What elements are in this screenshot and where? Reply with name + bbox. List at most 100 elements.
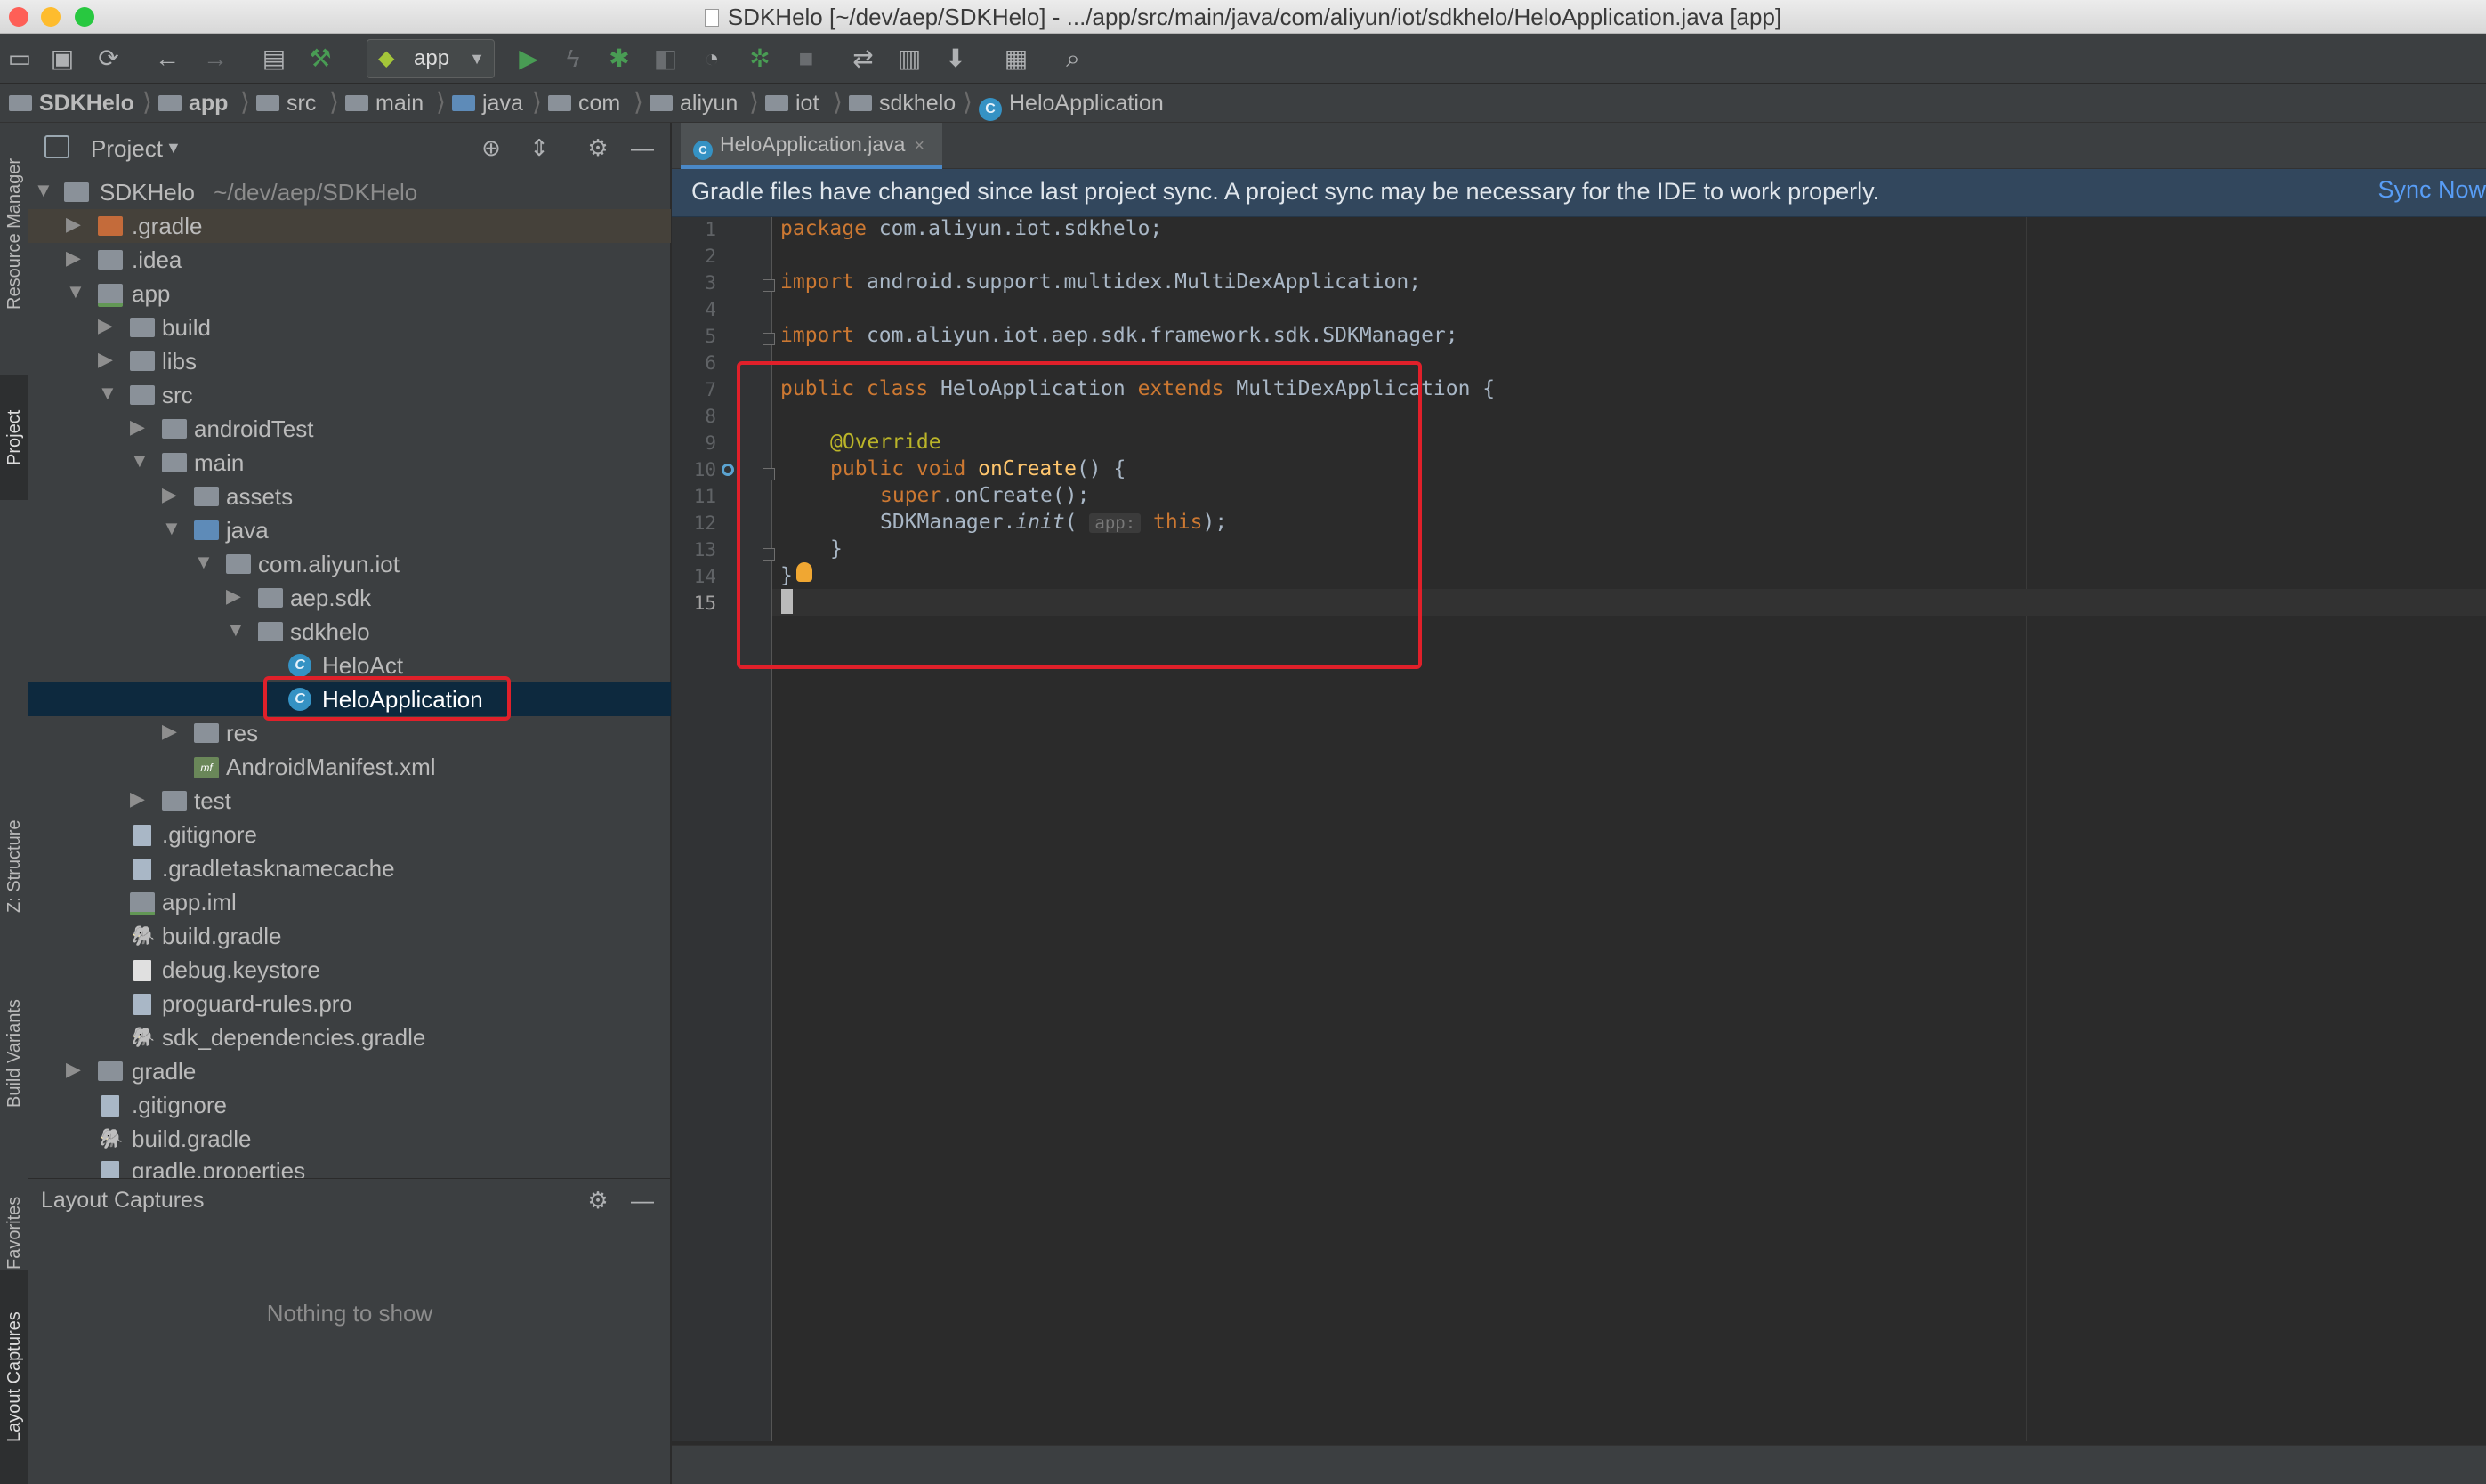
chevron-down-icon[interactable]: ▼ — [162, 517, 182, 540]
collapse-all-icon[interactable]: ⇕ — [525, 133, 553, 162]
chevron-right-icon[interactable]: ▶ — [66, 1058, 81, 1081]
run-icon[interactable]: ▶ — [513, 43, 545, 75]
sync-icon[interactable]: ⟳ — [93, 43, 125, 75]
stop-icon[interactable]: ■ — [790, 43, 822, 75]
tree-item-sdk-dependencies[interactable]: 🐘 sdk_dependencies.gradle — [28, 1020, 671, 1054]
hide-panel-icon[interactable]: — — [628, 1186, 657, 1214]
code-editor[interactable]: 1 2 3 4 5 6 7 8 9 10 11 12 13 14 15 pack… — [672, 217, 2486, 1445]
resource-manager-tab[interactable]: Resource Manager — [0, 141, 28, 327]
tree-item-sdkhelo[interactable]: ▼ SDKHelo ~/dev/aep/SDKHelo — [28, 175, 671, 209]
tree-item-proguard-rules[interactable]: proguard-rules.pro — [28, 987, 671, 1020]
chevron-right-icon[interactable]: ▶ — [66, 246, 81, 270]
close-icon[interactable]: × — [914, 136, 924, 156]
chevron-right-icon[interactable]: ▶ — [98, 348, 113, 371]
tree-item-gradletasknamecache[interactable]: .gradletasknamecache — [28, 851, 671, 885]
tree-item-root-gitignore[interactable]: .gitignore — [28, 1088, 671, 1122]
hide-panel-icon[interactable]: — — [628, 133, 657, 162]
tree-item-aep-sdk[interactable]: ▶ aep.sdk — [28, 581, 671, 615]
open-folder-icon[interactable]: ▭ — [4, 43, 36, 75]
window-title-bar: SDKHelo [~/dev/aep/SDKHelo] - .../app/sr… — [0, 0, 2486, 34]
fold-marker-icon[interactable] — [763, 279, 775, 292]
text-file-icon — [133, 994, 151, 1015]
highlight-class-code-block — [737, 361, 1422, 669]
tree-item-src[interactable]: ▼ src — [28, 378, 671, 412]
tree-item-res[interactable]: ▶ res — [28, 716, 671, 750]
tree-item-libs[interactable]: ▶ libs — [28, 344, 671, 378]
tree-item-androidmanifest[interactable]: mf AndroidManifest.xml — [28, 750, 671, 784]
forward-arrow-icon[interactable]: → — [199, 43, 231, 75]
locate-file-icon[interactable]: ⊕ — [477, 133, 505, 162]
chevron-down-icon[interactable]: ▼ — [98, 382, 117, 405]
breadcrumb-item-aliyun[interactable]: aliyun — [650, 91, 738, 117]
chevron-down-icon[interactable]: ▼ — [165, 139, 182, 157]
debug-icon[interactable]: ✱ — [603, 43, 635, 75]
coverage-icon[interactable]: ◧ — [650, 43, 682, 75]
tree-item-idea[interactable]: ▶ .idea — [28, 243, 671, 277]
gradle-sync-icon[interactable]: ⇄ — [847, 43, 879, 75]
chevron-down-icon[interactable]: ▼ — [130, 449, 149, 472]
chevron-down-icon[interactable]: ▼ — [226, 618, 246, 641]
project-panel-title[interactable]: Project — [91, 135, 163, 163]
project-structure-icon[interactable]: ▦ — [1000, 43, 1032, 75]
chevron-right-icon[interactable]: ▶ — [162, 483, 177, 506]
tree-item-app-iml[interactable]: app.iml — [28, 885, 671, 919]
chevron-down-icon[interactable]: ▼ — [34, 179, 53, 202]
breadcrumb-item-com[interactable]: com — [548, 91, 620, 117]
tree-item-java[interactable]: ▼ java — [28, 513, 671, 547]
fold-marker-icon[interactable] — [763, 333, 775, 345]
avd-manager-icon[interactable]: ▥ — [893, 43, 925, 75]
breadcrumb-item-src[interactable]: src — [256, 91, 316, 117]
gear-icon[interactable]: ⚙ — [584, 133, 612, 162]
chevron-right-icon[interactable]: ▶ — [130, 787, 145, 811]
tab-heloapplication-java[interactable]: C HeloApplication.java × — [681, 123, 943, 169]
chevron-right-icon[interactable]: ▶ — [98, 314, 113, 337]
sdk-manager-icon[interactable]: ⬇ — [940, 43, 972, 75]
breadcrumb: SDKHelo ⟩ app ⟩ src ⟩ main ⟩ java ⟩ com … — [0, 84, 2486, 123]
breadcrumb-label: src — [287, 91, 317, 116]
tree-item-app-build-gradle[interactable]: 🐘 build.gradle — [28, 919, 671, 953]
chevron-right-icon[interactable]: ▶ — [226, 585, 241, 608]
tree-item-gradle-properties[interactable]: gradle.properties — [28, 1154, 671, 1178]
breadcrumb-item-main[interactable]: main — [345, 91, 424, 117]
project-tab[interactable]: Project — [0, 375, 28, 500]
tree-item-build[interactable]: ▶ build — [28, 311, 671, 344]
tree-item-debug-keystore[interactable]: debug.keystore — [28, 953, 671, 987]
breadcrumb-item-sdkhelo-package[interactable]: sdkhelo — [849, 91, 956, 117]
terminal-icon[interactable]: ▤ — [258, 43, 290, 75]
tree-item-main[interactable]: ▼ main — [28, 446, 671, 480]
layout-captures-tab[interactable]: Layout Captures — [0, 1270, 28, 1484]
chevron-right-icon[interactable]: ▶ — [130, 415, 145, 439]
chevron-right-icon[interactable]: ▶ — [162, 720, 177, 743]
breadcrumb-item-app[interactable]: app — [158, 91, 228, 117]
apply-changes-icon[interactable]: ϟ — [557, 43, 589, 75]
search-icon[interactable]: ⌕ — [1057, 43, 1089, 75]
tree-item-androidtest[interactable]: ▶ androidTest — [28, 412, 671, 446]
override-method-icon[interactable] — [722, 464, 734, 476]
chevron-down-icon[interactable]: ▼ — [194, 551, 214, 574]
tree-item-gradle-dir[interactable]: ▶ .gradle — [28, 209, 671, 243]
save-icon[interactable]: ▣ — [46, 43, 78, 75]
run-configuration-select[interactable]: ◆ app ▼ — [367, 39, 495, 78]
gear-icon[interactable]: ⚙ — [584, 1186, 612, 1214]
profile-icon[interactable]: ◔ — [696, 43, 728, 75]
breadcrumb-item-iot[interactable]: iot — [765, 91, 819, 117]
breadcrumb-separator: ⟩ — [142, 88, 152, 116]
build-hammer-icon[interactable]: ⚒ — [304, 43, 336, 75]
breadcrumb-item-heloapplication[interactable]: C HeloApplication — [979, 91, 1164, 121]
chevron-right-icon[interactable]: ▶ — [66, 213, 81, 236]
folder-icon — [130, 351, 155, 371]
tree-item-app-gitignore[interactable]: .gitignore — [28, 818, 671, 851]
tree-item-root-build-gradle[interactable]: 🐘 build.gradle — [28, 1122, 671, 1156]
tree-item-assets[interactable]: ▶ assets — [28, 480, 671, 513]
tree-item-app[interactable]: ▼ app — [28, 277, 671, 311]
back-arrow-icon[interactable]: ← — [151, 43, 183, 75]
tree-item-com-aliyun-iot[interactable]: ▼ com.aliyun.iot — [28, 547, 671, 581]
chevron-down-icon[interactable]: ▼ — [66, 280, 85, 303]
breadcrumb-item-sdkhelo[interactable]: SDKHelo — [9, 91, 134, 117]
tree-item-test[interactable]: ▶ test — [28, 784, 671, 818]
breadcrumb-item-java[interactable]: java — [452, 91, 523, 117]
tree-item-sdkhelo-package[interactable]: ▼ sdkhelo — [28, 615, 671, 649]
attach-debugger-icon[interactable]: ✲ — [744, 43, 776, 75]
tree-item-gradle-folder[interactable]: ▶ gradle — [28, 1054, 671, 1088]
sync-now-link[interactable]: Sync Now — [2377, 176, 2486, 204]
